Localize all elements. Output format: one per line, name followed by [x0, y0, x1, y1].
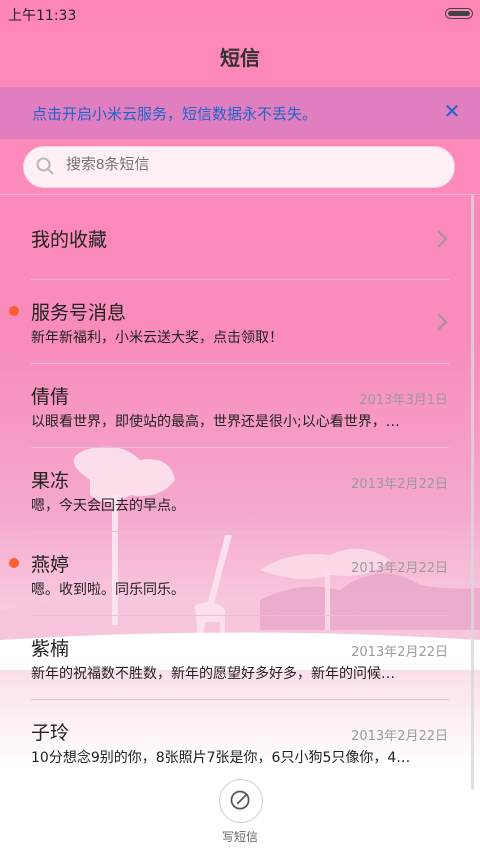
conversation-row[interactable]: 果冻 2013年2月22日 嗯，今天会回去的早点。	[0, 448, 480, 532]
search-bar	[0, 140, 480, 194]
conversation-row[interactable]: 子玲 2013年2月22日 10分想念9别的你，8张照片7张是你，6只小狗5只像…	[0, 700, 480, 784]
conversation-snippet: 10分想念9别的你，8张照片7张是你，6只小狗5只像你，4…	[31, 750, 411, 766]
search-box[interactable]	[23, 146, 455, 188]
service-messages-row[interactable]: 服务号消息 新年新福利，小米云送大奖，点击领取！	[0, 280, 480, 364]
compose-button[interactable]	[219, 779, 263, 823]
conversation-date: 2013年2月22日	[351, 561, 448, 576]
status-bar: 上午11:33	[0, 0, 480, 28]
conversation-snippet: 新年的祝福数不胜数，新年的愿望好多好多，新年的问候…	[31, 666, 395, 682]
conversation-date: 2013年2月22日	[351, 729, 448, 744]
unread-dot	[9, 558, 19, 568]
banner-text[interactable]: 点击开启小米云服务，短信数据永不丢失。	[32, 103, 317, 124]
conversation-name: 果冻	[31, 470, 70, 492]
chevron-right-icon	[437, 313, 448, 331]
conversation-snippet: 嗯。收到啦。同乐同乐。	[31, 582, 185, 598]
conversation-snippet: 嗯，今天会回去的早点。	[31, 498, 185, 514]
conversation-name: 倩倩	[31, 386, 70, 408]
compose-icon	[230, 790, 250, 810]
conversation-row[interactable]: 燕婷 2013年2月22日 嗯。收到啦。同乐同乐。	[0, 532, 480, 616]
unread-dot	[9, 306, 19, 316]
conversation-name: 紫楠	[31, 638, 70, 660]
close-icon[interactable]: ✕	[438, 97, 466, 125]
conversation-snippet: 以眼看世界，即使站的最高，世界还是很小;以心看世界，…	[31, 414, 400, 430]
conversation-row[interactable]: 紫楠 2013年2月22日 新年的祝福数不胜数，新年的愿望好多好多，新年的问候…	[0, 616, 480, 700]
conversation-name: 子玲	[31, 722, 70, 744]
conversation-date: 2013年2月22日	[351, 645, 448, 660]
conversation-name: 我的收藏	[31, 229, 108, 251]
conversation-name: 燕婷	[31, 554, 70, 576]
conversation-date: 2013年3月1日	[359, 393, 448, 408]
conversation-snippet: 新年新福利，小米云送大奖，点击领取！	[31, 330, 283, 346]
divider	[0, 194, 480, 195]
conversation-name: 服务号消息	[31, 302, 127, 324]
conversation-date: 2013年2月22日	[351, 477, 448, 492]
conversation-row[interactable]: 倩倩 2013年3月1日 以眼看世界，即使站的最高，世界还是很小;以心看世界，…	[0, 364, 480, 448]
title-bar: 短信	[0, 36, 480, 80]
status-time: 上午11:33	[8, 8, 77, 24]
cloud-service-banner[interactable]: 点击开启小米云服务，短信数据永不丢失。 ✕	[0, 87, 480, 139]
search-icon	[36, 157, 54, 175]
scrollbar[interactable]	[471, 195, 474, 790]
search-input[interactable]	[64, 155, 428, 174]
favorites-row[interactable]: 我的收藏	[0, 196, 480, 280]
page-title: 短信	[220, 46, 260, 70]
chevron-right-icon	[437, 230, 448, 248]
compose-label[interactable]: 写短信	[0, 828, 480, 845]
battery-icon	[445, 8, 473, 19]
